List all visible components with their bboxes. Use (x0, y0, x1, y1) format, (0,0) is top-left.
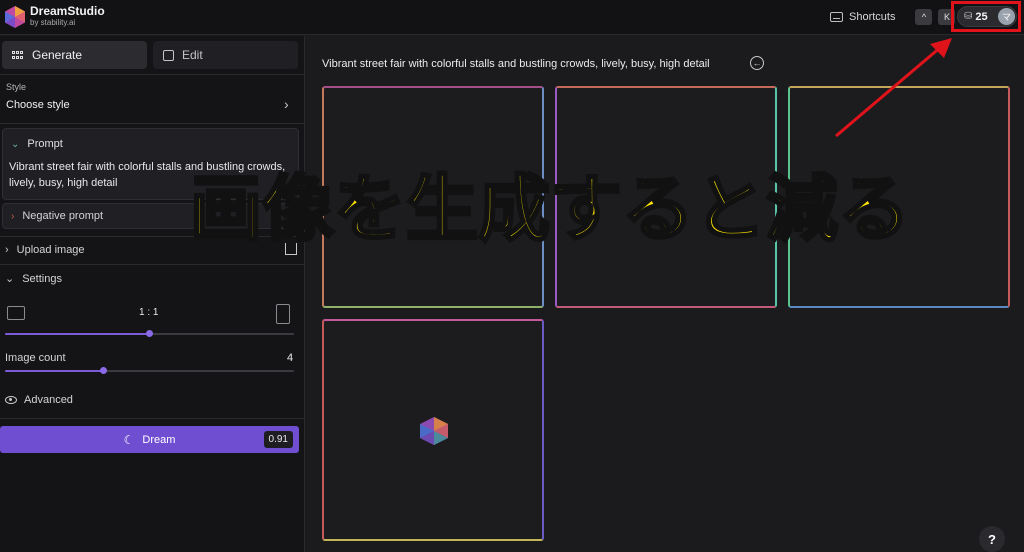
settings-label: Settings (22, 273, 62, 285)
credits-value: 25 (975, 10, 988, 23)
image-count-slider[interactable] (5, 370, 294, 372)
shortcuts-label: Shortcuts (849, 11, 896, 23)
portrait-ratio-icon (276, 304, 290, 324)
divider (0, 418, 305, 419)
chevron-down-icon: ⌄ (11, 139, 20, 150)
image-count-label: Image count (5, 352, 66, 364)
reuse-prompt-icon[interactable]: ← (750, 56, 764, 70)
grid-icon (12, 50, 24, 60)
image-count-value: 4 (287, 352, 294, 364)
generated-image-4[interactable] (322, 319, 544, 541)
divider (0, 123, 305, 124)
tab-edit[interactable]: Edit (153, 41, 298, 69)
annotation-arrow-icon (835, 38, 952, 138)
divider (0, 74, 305, 75)
landscape-ratio-icon (7, 306, 25, 320)
app-subtitle: by stability.ai (30, 18, 76, 27)
sidebar: Generate Edit Style Choose style › ⌄ Prom… (0, 36, 305, 552)
shortcut-key-ctrl: ^ (915, 9, 933, 25)
image-count-slider-fill (5, 370, 103, 372)
upload-image-toggle[interactable]: › Upload image (5, 244, 85, 256)
image-count-slider-thumb[interactable] (100, 367, 107, 374)
aspect-ratio-value: 1 : 1 (139, 307, 159, 318)
avatar[interactable]: マ (998, 8, 1015, 25)
tab-generate[interactable]: Generate (2, 41, 147, 69)
advanced-label: Advanced (24, 394, 73, 406)
edit-icon (163, 49, 174, 61)
settings-toggle[interactable]: ⌄ Settings (5, 272, 62, 285)
divider (0, 264, 305, 265)
chevron-right-icon: › (11, 210, 15, 222)
result-prompt-text: Vibrant street fair with colorful stalls… (322, 58, 710, 70)
prompt-title: Prompt (27, 138, 63, 150)
style-label: Style (6, 82, 27, 92)
dreamstudio-logo-icon (5, 6, 25, 28)
credits-badge[interactable]: ⛁ 25 マ (957, 6, 1017, 27)
keyboard-icon (830, 12, 843, 22)
tab-edit-label: Edit (182, 48, 203, 62)
shortcuts-button[interactable]: Shortcuts ^ K (830, 9, 956, 25)
prompt-toggle[interactable]: ⌄ Prompt (11, 138, 63, 150)
eye-icon (5, 396, 17, 404)
tab-generate-label: Generate (32, 48, 83, 62)
dream-label: Dream (142, 433, 176, 446)
annotation-text: 画像を生成すると減る (189, 166, 912, 253)
brand: DreamStudio by stability.ai (30, 4, 105, 28)
dream-button[interactable]: ☾ Dream 0.91 (0, 426, 299, 453)
advanced-toggle[interactable]: Advanced (5, 394, 73, 406)
loading-hexagon-icon (420, 417, 448, 445)
dream-cost-badge: 0.91 (263, 431, 293, 448)
aspect-ratio-slider-thumb[interactable] (146, 330, 153, 337)
chevron-right-icon[interactable]: › (284, 96, 289, 112)
chevron-down-icon: ⌄ (5, 273, 15, 285)
chevron-right-icon: › (5, 244, 9, 256)
negative-prompt-label: Negative prompt (22, 210, 104, 222)
coins-icon: ⛁ (964, 11, 973, 22)
moon-icon: ☾ (123, 432, 135, 447)
help-button[interactable]: ? (979, 526, 1005, 552)
app-name: DreamStudio (30, 4, 105, 18)
upload-image-label: Upload image (16, 244, 85, 256)
aspect-ratio-slider-fill (5, 333, 149, 335)
style-select[interactable]: Choose style (6, 99, 70, 111)
